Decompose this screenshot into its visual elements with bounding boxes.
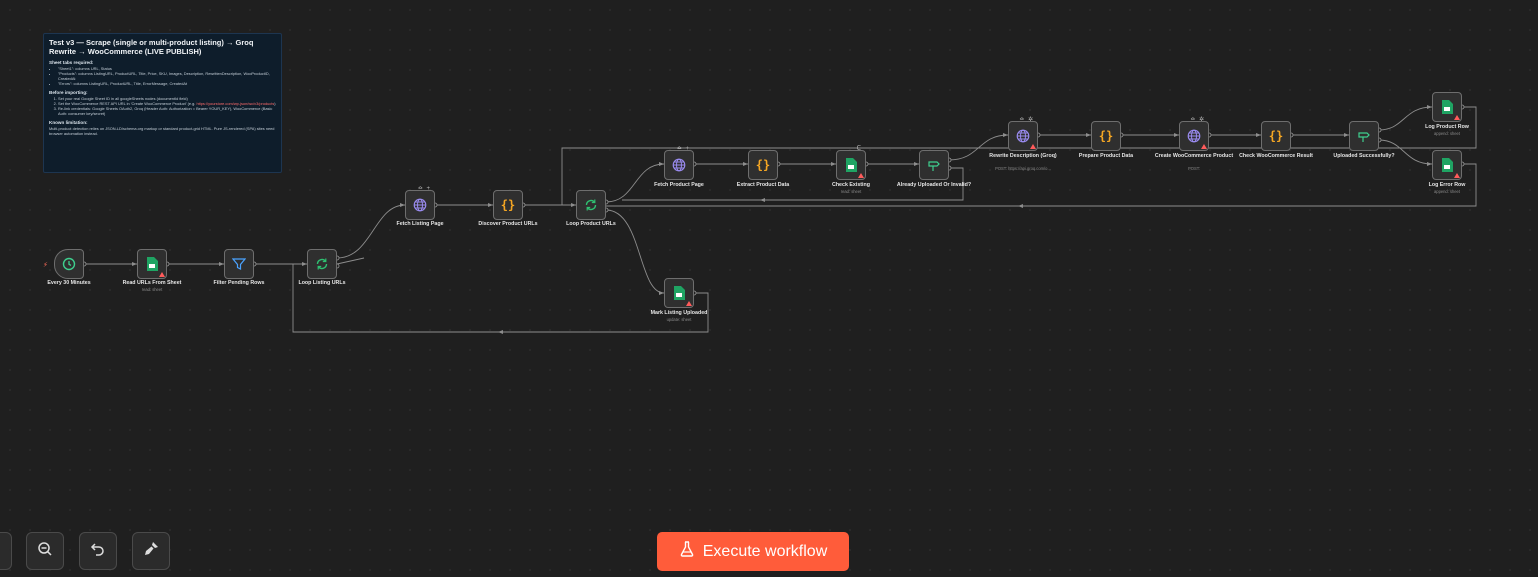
node-label: Uploaded Successfully?: [1333, 153, 1395, 159]
node-subtitle: append: sheet: [1434, 131, 1460, 136]
node-label: Log Error Row: [1428, 182, 1466, 188]
zoom-in-button[interactable]: [0, 532, 12, 570]
node-check-existing[interactable]: ᑕ: [836, 146, 866, 180]
node-label: Prepare Product Data: [1078, 153, 1134, 159]
execute-workflow-button[interactable]: Execute workflow: [657, 532, 849, 571]
node-label: Fetch Product Page: [654, 182, 704, 188]
note-limitation-text: Multi-product detection relies on JSON-L…: [49, 126, 275, 136]
node-extract-product-data[interactable]: {}: [748, 150, 778, 180]
node-subtitle: read: sheet: [840, 189, 862, 194]
filter-icon: [231, 256, 247, 272]
note-sheet-tabs-list: "Sheet1": columns URL, Status "Products"…: [49, 66, 276, 86]
node-label: Loop Listing URLs: [298, 280, 346, 286]
list-item: "Products": columns ListingURL, ProductU…: [58, 71, 276, 81]
note-sheet-tabs-heading: Sheet tabs required:: [49, 60, 94, 65]
node-check-woocommerce-result[interactable]: {}: [1261, 121, 1291, 151]
node-label: Mark Listing Uploaded: [650, 310, 708, 316]
node-loop-product-urls[interactable]: [576, 190, 606, 220]
node-discover-product-urls[interactable]: {}: [493, 190, 523, 220]
globe-icon: [1186, 128, 1202, 144]
node-label: Read URLs From Sheet: [122, 280, 182, 286]
tidy-up-button[interactable]: [132, 532, 170, 570]
node-label: Loop Product URLs: [566, 221, 616, 227]
warning-icon: [1030, 144, 1036, 149]
globe-icon: [671, 157, 687, 173]
loop-icon: [314, 256, 330, 272]
node-subtitle: POST: https://api.groq.com/o...: [995, 166, 1051, 171]
list-item: Re-link credentials: Google Sheets OAuth…: [58, 106, 276, 116]
node-prepare-product-data[interactable]: {}: [1091, 121, 1121, 151]
google-sheets-icon: [1439, 99, 1455, 115]
node-label: Rewrite Description (Groq): [989, 153, 1057, 159]
note-before-heading: Before importing:: [49, 90, 88, 95]
node-status-icons: ≏ +: [417, 186, 431, 192]
code-icon: {}: [1098, 129, 1114, 143]
if-icon: [1356, 128, 1372, 144]
globe-icon: [1015, 128, 1031, 144]
warning-icon: [1454, 115, 1460, 120]
node-fetch-product-page[interactable]: ≏ +: [664, 146, 694, 180]
zoom-out-button[interactable]: [26, 532, 64, 570]
node-status-icons: ≏ ✲: [1190, 117, 1205, 123]
clock-icon: [61, 256, 77, 272]
node-log-error-row[interactable]: [1432, 150, 1462, 180]
node-create-woocommerce-product[interactable]: ≏ ✲: [1179, 117, 1209, 151]
google-sheets-icon: [843, 157, 859, 173]
node-subtitle: POST:: [1188, 166, 1200, 171]
trigger-bolt-icon: ⚡: [43, 262, 48, 269]
node-log-product-row[interactable]: [1432, 92, 1462, 122]
if-icon: [926, 157, 942, 173]
node-label: Check WooCommerce Result: [1239, 153, 1313, 159]
node-label: Check Existing: [832, 182, 870, 188]
node-label: Log Product Row: [1425, 124, 1469, 130]
node-subtitle: update: sheet: [666, 317, 692, 322]
warning-icon: [159, 272, 165, 277]
node-status-icons: ≏ ✲: [1019, 117, 1034, 123]
undo-icon: [90, 541, 106, 562]
zoom-out-icon: [37, 541, 53, 562]
node-label: Extract Product Data: [736, 182, 790, 188]
google-sheets-icon: [144, 256, 160, 272]
node-uploaded-successfully[interactable]: [1349, 121, 1379, 151]
node-status-icons: ≏ +: [676, 146, 690, 152]
list-item: "Errors": columns ListingURL, ProductURL…: [58, 81, 276, 86]
google-sheets-icon: [1439, 157, 1455, 173]
list-item-text: ): [274, 101, 276, 106]
broom-icon: [143, 541, 159, 562]
warning-icon: [858, 173, 864, 178]
node-already-uploaded-or-invalid[interactable]: [919, 150, 949, 180]
node-fetch-listing-page[interactable]: ≏ +: [405, 186, 435, 220]
note-before-list: Set your real Google Sheet ID in all goo…: [49, 96, 276, 116]
node-status-icons: ᑕ: [856, 146, 862, 152]
node-read-urls-from-sheet[interactable]: [137, 249, 167, 279]
node-subtitle: append: sheet: [1434, 189, 1460, 194]
node-label: Filter Pending Rows: [213, 280, 265, 286]
note-limitation-heading: Known limitation:: [49, 120, 88, 125]
globe-icon: [412, 197, 428, 213]
code-icon: {}: [755, 158, 771, 172]
node-rewrite-description-groq[interactable]: ≏ ✲: [1008, 117, 1038, 151]
code-icon: {}: [500, 198, 516, 212]
node-label: Fetch Listing Page: [396, 221, 444, 227]
note-title: Test v3 — Scrape (single or multi-produc…: [49, 38, 254, 56]
sticky-note[interactable]: Test v3 — Scrape (single or multi-produc…: [43, 33, 282, 173]
loop-icon: [583, 197, 599, 213]
node-label: Already Uploaded Or Invalid?: [896, 182, 972, 188]
flask-icon: [679, 541, 695, 562]
node-every-30-minutes[interactable]: [54, 249, 84, 279]
node-loop-listing-urls[interactable]: [307, 249, 337, 279]
code-icon: {}: [1268, 129, 1284, 143]
warning-icon: [1454, 173, 1460, 178]
execute-workflow-label: Execute workflow: [702, 542, 828, 560]
node-label: Every 30 Minutes: [47, 280, 91, 286]
node-label: Discover Product URLs: [478, 221, 538, 227]
undo-button[interactable]: [79, 532, 117, 570]
node-mark-listing-uploaded[interactable]: [664, 278, 694, 308]
google-sheets-icon: [671, 285, 687, 301]
node-label: Create WooCommerce Product: [1154, 153, 1234, 159]
warning-icon: [686, 301, 692, 306]
warning-icon: [1201, 144, 1207, 149]
node-filter-pending-rows[interactable]: [224, 249, 254, 279]
node-subtitle: read: sheet: [141, 287, 163, 292]
